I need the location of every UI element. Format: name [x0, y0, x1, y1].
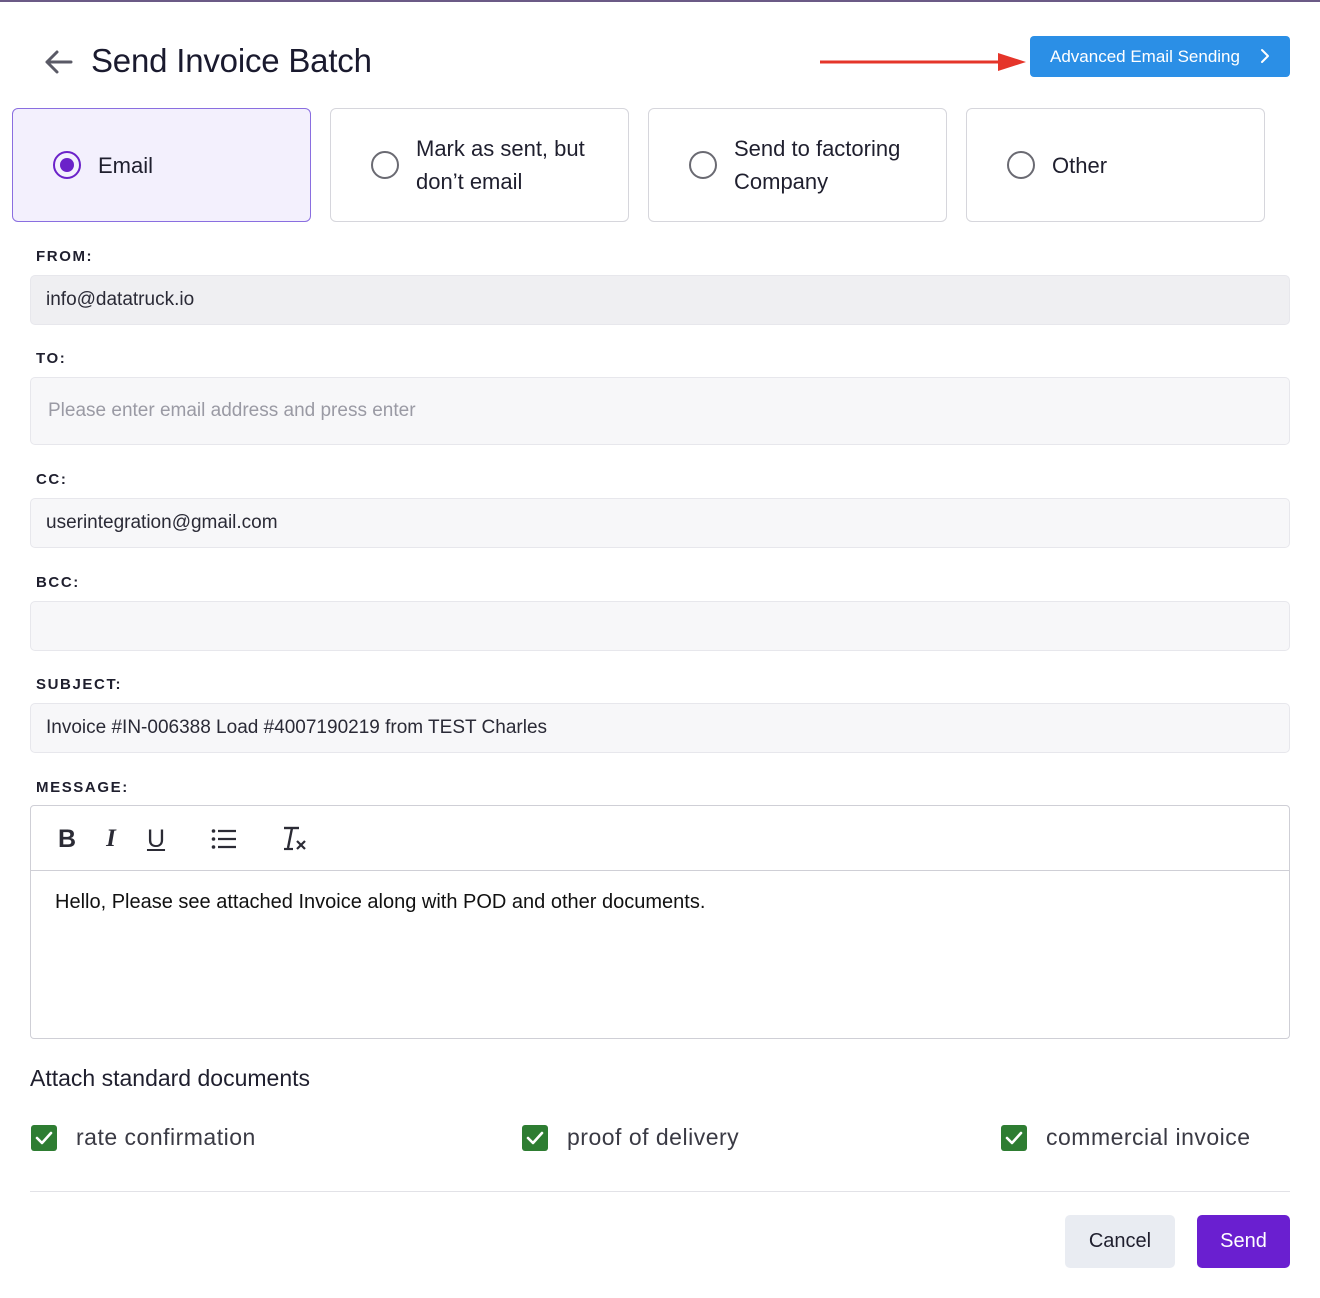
advanced-email-sending-label: Advanced Email Sending: [1050, 46, 1240, 66]
checkbox-commercial-invoice[interactable]: commercial invoice: [1001, 1124, 1251, 1151]
clear-format-icon: [284, 826, 306, 851]
option-other[interactable]: Other: [966, 108, 1265, 222]
editor-toolbar: B I U: [30, 805, 1290, 871]
italic-button[interactable]: I: [99, 825, 123, 852]
cc-label: CC:: [36, 471, 68, 488]
message-label: MESSAGE:: [36, 779, 129, 796]
to-field[interactable]: [30, 377, 1290, 445]
cancel-button[interactable]: Cancel: [1065, 1215, 1175, 1268]
option-label: Email: [98, 152, 154, 178]
option-mark-as-sent[interactable]: Mark as sent, but don’t email: [330, 108, 629, 222]
bold-icon: B: [57, 824, 77, 853]
underline-button[interactable]: U: [143, 824, 169, 853]
send-button[interactable]: Send: [1197, 1215, 1290, 1268]
bcc-label: BCC:: [36, 574, 80, 591]
footer-divider: [30, 1191, 1290, 1192]
attach-documents-title: Attach standard documents: [30, 1065, 310, 1091]
annotation-arrow-icon: [820, 53, 1026, 71]
option-label: Mark as sent, but don’t email: [416, 136, 585, 194]
radio-unselected-icon: [371, 151, 399, 179]
checkbox-label: rate confirmation: [76, 1124, 256, 1150]
cc-field[interactable]: userintegration@gmail.com: [30, 498, 1290, 548]
clear-format-button[interactable]: [281, 826, 309, 852]
page-header: Send Invoice Batch Advanced Email Sendin…: [0, 30, 1320, 94]
subject-field[interactable]: Invoice #IN-006388 Load #4007190219 from…: [30, 703, 1290, 753]
radio-unselected-icon: [1007, 151, 1035, 179]
underline-icon: U: [146, 824, 166, 853]
advanced-email-sending-button[interactable]: Advanced Email Sending: [1030, 36, 1290, 77]
checkbox-label: commercial invoice: [1046, 1124, 1251, 1150]
cc-value: userintegration@gmail.com: [46, 512, 278, 533]
bold-button[interactable]: B: [55, 824, 79, 853]
message-editor[interactable]: Hello, Please see attached Invoice along…: [30, 871, 1290, 1039]
option-label: Send to factoring Company: [734, 136, 901, 194]
subject-label: SUBJECT:: [36, 676, 123, 693]
to-input[interactable]: [48, 400, 1289, 422]
bcc-field[interactable]: [30, 601, 1290, 651]
to-label: TO:: [36, 350, 67, 367]
from-value: info@datatruck.io: [46, 289, 195, 310]
from-label: FROM:: [36, 248, 94, 265]
checkbox-proof-of-delivery[interactable]: proof of delivery: [522, 1124, 739, 1151]
radio-unselected-icon: [689, 151, 717, 179]
checkbox-checked-icon: [1001, 1124, 1027, 1151]
checkbox-checked-icon: [522, 1124, 548, 1151]
from-field: info@datatruck.io: [30, 275, 1290, 325]
page-title: Send Invoice Batch: [91, 42, 372, 79]
option-email[interactable]: Email: [12, 108, 311, 222]
option-send-to-factoring[interactable]: Send to factoring Company: [648, 108, 947, 222]
bullet-list-icon: [211, 829, 236, 849]
checkbox-checked-icon: [31, 1124, 57, 1151]
send-method-options: Email Mark as sent, but don’t email Send…: [12, 108, 1272, 222]
checkbox-rate-confirmation[interactable]: rate confirmation: [31, 1124, 256, 1151]
option-label: Other: [1052, 152, 1108, 178]
radio-selected-icon: [53, 151, 81, 179]
top-border: [0, 0, 1320, 2]
arrow-left-icon: [45, 50, 73, 74]
bullet-list-button[interactable]: [211, 826, 237, 852]
italic-icon: I: [106, 825, 116, 852]
subject-value: Invoice #IN-006388 Load #4007190219 from…: [46, 717, 548, 738]
checkbox-label: proof of delivery: [567, 1124, 740, 1150]
back-button[interactable]: [38, 44, 78, 80]
chevron-right-icon: [1261, 49, 1269, 63]
